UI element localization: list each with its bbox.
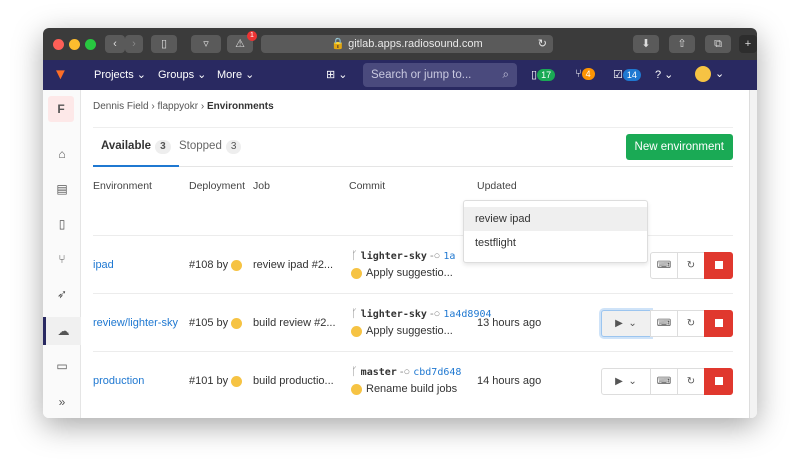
environment-link[interactable]: production [93, 375, 144, 387]
redeploy-icon[interactable]: ↻ [677, 310, 705, 337]
search-icon: ⌕ [502, 69, 509, 81]
branch-link[interactable]: lighter-sky [361, 251, 427, 262]
shield-icon[interactable]: ▿ [191, 35, 221, 53]
deploy-dropdown-button[interactable]: ▶ ⌄ [601, 368, 651, 395]
stop-button[interactable] [704, 310, 733, 337]
sidebar-toggle-icon[interactable]: ▯ [151, 35, 177, 53]
download-icon[interactable]: ⬇ [633, 35, 659, 53]
avatar[interactable]: ⌄ [695, 66, 724, 82]
table-row: review/lighter-sky #105 by build review … [93, 293, 733, 351]
deployment: #105 by [189, 317, 246, 329]
branch-link[interactable]: lighter-sky [361, 309, 427, 320]
back-icon[interactable]: ‹ [105, 35, 125, 53]
table-row: production #101 by build productio... ᚴ … [93, 351, 733, 409]
projects-menu[interactable]: Projects ⌄ [94, 68, 146, 81]
browser-toolbar: ‹ › ▯ ▿ ⚠ 1 🔒 gitlab.apps.radiosound.com ↻… [43, 28, 757, 60]
merge-requests-icon[interactable]: ⑂ [43, 245, 81, 273]
project-avatar[interactable]: F [48, 96, 74, 122]
issues-button[interactable]: ▯ 17 [531, 68, 556, 81]
home-icon[interactable]: ⌂ [43, 140, 81, 168]
merge-requests-button[interactable]: ⑂ 4 [575, 68, 595, 80]
operations-icon[interactable]: ☁ [43, 317, 81, 345]
tabs: Available 3 Stopped 3 New environment [93, 127, 733, 167]
updated-time: 14 hours ago [477, 375, 542, 387]
deploy-dropdown-menu: review ipad testflight [463, 200, 648, 263]
commit-ref: ᚴ master -○ cbd7d648 [351, 366, 462, 378]
job-link[interactable]: build productio... [253, 375, 334, 387]
new-tab-icon[interactable]: + [739, 35, 757, 53]
maximize-window-button[interactable] [85, 39, 96, 50]
commit-ref: ᚴ lighter-sky -○ 1a4d8904 [351, 308, 492, 320]
row-actions: ⌨ ↻ [650, 252, 733, 279]
sidebar: F ⌂ ▤ ▯ ⑂ ➶ ☁ ▭ » [43, 90, 81, 418]
updated-time: 13 hours ago [477, 317, 542, 329]
commit-message: Apply suggestio... [351, 267, 453, 279]
terminal-icon[interactable]: ⌨ [650, 368, 678, 395]
row-actions: ▶ ⌄ ⌨ ↻ [601, 310, 733, 337]
gitlab-logo-icon[interactable]: ▼ [53, 66, 68, 83]
col-commit: Commit [349, 180, 386, 192]
reload-icon[interactable]: ↻ [538, 35, 547, 53]
issues-icon[interactable]: ▯ [43, 210, 81, 238]
dropdown-item-testflight[interactable]: testflight [464, 231, 647, 255]
commit-message: Apply suggestio... [351, 325, 453, 337]
breadcrumb-project[interactable]: flappyokr [157, 101, 198, 112]
close-window-button[interactable] [53, 39, 64, 50]
breadcrumb-group[interactable]: Dennis Field [93, 101, 149, 112]
tab-stopped[interactable]: Stopped 3 [179, 140, 242, 154]
browser-window: ‹ › ▯ ▿ ⚠ 1 🔒 gitlab.apps.radiosound.com ↻… [43, 28, 757, 418]
environment-link[interactable]: review/lighter-sky [93, 317, 178, 329]
search-input[interactable]: Search or jump to... ⌕ [363, 63, 517, 87]
url-text: gitlab.apps.radiosound.com [348, 38, 483, 50]
monitor-icon[interactable]: ▭ [43, 352, 81, 380]
new-environment-button[interactable]: New environment [625, 134, 733, 160]
more-menu[interactable]: More ⌄ [217, 68, 254, 81]
job-link[interactable]: build review #2... [253, 317, 336, 329]
rocket-icon[interactable]: ➶ [43, 280, 81, 308]
todos-button[interactable]: ☑ 14 [613, 68, 641, 81]
address-bar[interactable]: 🔒 gitlab.apps.radiosound.com ↻ [261, 35, 553, 53]
top-navbar: ▼ Projects ⌄ Groups ⌄ More ⌄ ⊞ ⌄ Search … [43, 60, 757, 90]
stop-button[interactable] [704, 368, 733, 395]
redeploy-icon[interactable]: ↻ [677, 252, 705, 279]
branch-link[interactable]: master [361, 367, 397, 378]
scrollbar[interactable] [749, 90, 757, 418]
share-icon[interactable]: ⇧ [669, 35, 695, 53]
terminal-icon[interactable]: ⌨ [650, 252, 678, 279]
commit-sha-link[interactable]: cbd7d648 [413, 367, 461, 378]
col-environment: Environment [93, 180, 152, 192]
deployment: #101 by [189, 375, 246, 387]
commit-message: Rename build jobs [351, 383, 457, 395]
tabs-icon[interactable]: ⧉ [705, 35, 731, 53]
minimize-window-button[interactable] [69, 39, 80, 50]
alert-badge: 1 [247, 31, 257, 41]
redeploy-icon[interactable]: ↻ [677, 368, 705, 395]
collapse-sidebar-icon[interactable]: » [43, 388, 81, 416]
help-icon[interactable]: ? ⌄ [655, 68, 673, 81]
terminal-icon[interactable]: ⌨ [650, 310, 678, 337]
environment-link[interactable]: ipad [93, 259, 114, 271]
commit-sha-link[interactable]: 1a [443, 251, 455, 262]
col-deployment: Deployment [189, 180, 246, 192]
row-actions: ▶ ⌄ ⌨ ↻ [601, 368, 733, 395]
dropdown-item-review-ipad[interactable]: review ipad [464, 207, 647, 231]
deploy-dropdown-button[interactable]: ▶ ⌄ [601, 310, 651, 337]
commit-ref: ᚴ lighter-sky -○ 1a [351, 250, 456, 262]
repository-icon[interactable]: ▤ [43, 175, 81, 203]
stop-button[interactable] [704, 252, 733, 279]
new-item-icon[interactable]: ⊞ ⌄ [326, 68, 348, 81]
warning-icon[interactable]: ⚠ 1 [227, 31, 257, 53]
forward-icon[interactable]: › [125, 35, 143, 53]
col-job: Job [253, 180, 270, 192]
tab-available[interactable]: Available 3 [93, 128, 179, 167]
deployment: #108 by [189, 259, 246, 271]
job-link[interactable]: review ipad #2... [253, 259, 333, 271]
groups-menu[interactable]: Groups ⌄ [158, 68, 206, 81]
col-updated: Updated [477, 180, 517, 192]
breadcrumb-current: Environments [206, 101, 274, 112]
breadcrumb: Dennis Field › flappyokr › Environments [93, 101, 274, 112]
